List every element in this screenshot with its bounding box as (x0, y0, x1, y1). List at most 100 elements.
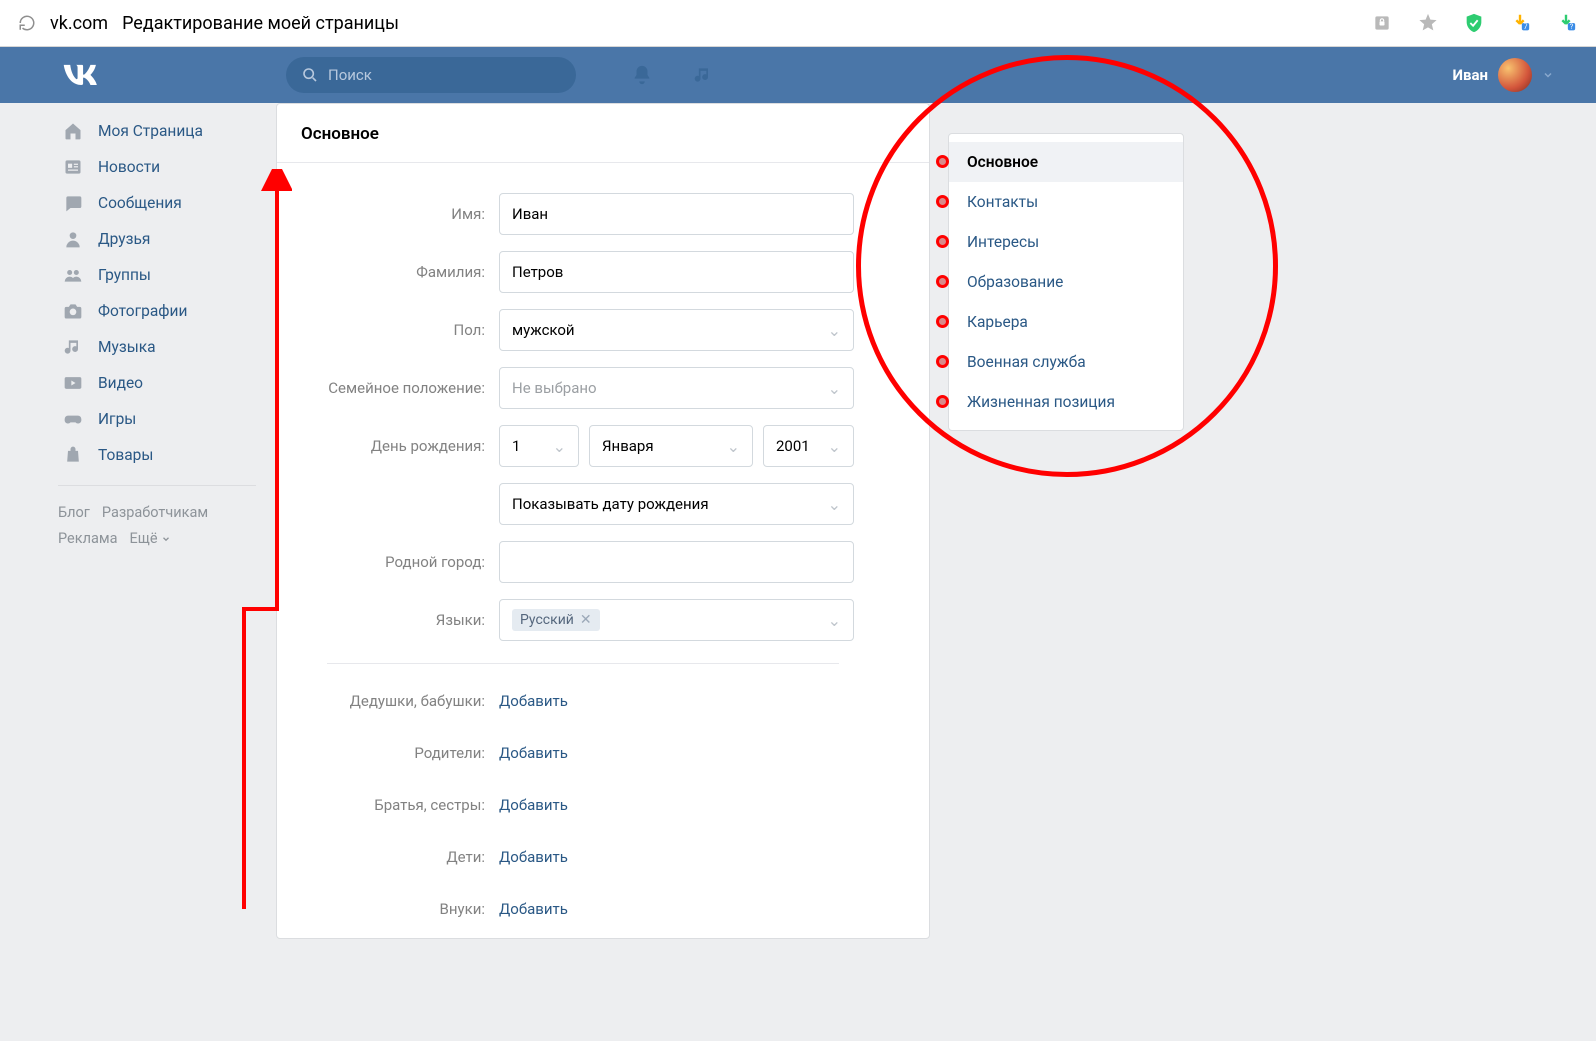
remove-tag-icon[interactable]: ✕ (580, 612, 592, 628)
dob-year-select[interactable]: 2001⌄ (763, 425, 854, 467)
bag-icon (62, 444, 84, 466)
avatar (1498, 58, 1532, 92)
tab-education[interactable]: Образование (949, 262, 1183, 302)
nav-label: Друзья (98, 230, 150, 248)
bookmark-star-icon[interactable] (1416, 11, 1440, 35)
friends-icon (62, 228, 84, 250)
nav-friends[interactable]: Друзья (58, 221, 256, 257)
add-parents-link[interactable]: Добавить (499, 744, 568, 762)
nav-groups[interactable]: Группы (58, 257, 256, 293)
reload-icon[interactable] (18, 14, 36, 32)
vk-logo-icon[interactable] (62, 60, 106, 90)
search-box[interactable] (286, 57, 576, 93)
user-menu[interactable]: Иван (1453, 58, 1555, 92)
nav-label: Фотографии (98, 302, 187, 320)
chevron-down-icon (1542, 69, 1554, 81)
language-tag[interactable]: Русский✕ (512, 609, 600, 631)
user-name: Иван (1453, 66, 1489, 84)
form-divider (327, 663, 839, 664)
chevron-down-icon: ⌄ (828, 437, 841, 456)
card-title: Основное (277, 104, 929, 163)
extension-shield-icon[interactable] (1462, 11, 1486, 35)
label-grandparents: Дедушки, бабушки: (297, 692, 499, 710)
svg-text:7: 7 (1523, 22, 1527, 31)
nav-games[interactable]: Игры (58, 401, 256, 437)
nav-my-page[interactable]: Моя Страница (58, 113, 256, 149)
tab-life-position[interactable]: Жизненная позиция (949, 382, 1183, 422)
dob-visibility-select[interactable]: Показывать дату рождения⌄ (499, 483, 854, 525)
add-siblings-link[interactable]: Добавить (499, 796, 568, 814)
label-languages: Языки: (297, 611, 499, 629)
footer-dev[interactable]: Разработчикам (102, 504, 208, 521)
label-parents: Родители: (297, 744, 499, 762)
nav-video[interactable]: Видео (58, 365, 256, 401)
groups-icon (62, 264, 84, 286)
extension-help-download-icon[interactable]: ? (1554, 11, 1578, 35)
notifications-icon[interactable] (631, 64, 653, 86)
nav-label: Новости (98, 158, 160, 176)
profile-sections-tabs: Основное Контакты Интересы Образование К… (948, 133, 1184, 431)
tab-contacts[interactable]: Контакты (949, 182, 1183, 222)
messages-icon (62, 192, 84, 214)
home-icon (62, 120, 84, 142)
chevron-down-icon: ⌄ (828, 379, 841, 398)
svg-text:?: ? (1570, 22, 1574, 31)
languages-select[interactable]: Русский✕ ⌄ (499, 599, 854, 641)
label-siblings: Братья, сестры: (297, 796, 499, 814)
nav-music[interactable]: Музыка (58, 329, 256, 365)
url-host[interactable]: vk.com (50, 13, 108, 34)
footer-more[interactable]: Ещё (130, 530, 172, 547)
nav-label: Группы (98, 266, 151, 284)
tab-main[interactable]: Основное (949, 142, 1183, 182)
label-grandchildren: Внуки: (297, 900, 499, 918)
music-note-icon[interactable] (693, 65, 713, 85)
nav-footer: Блог Разработчикам Реклама Ещё (58, 500, 256, 552)
chevron-down-icon: ⌄ (727, 437, 740, 456)
nav-market[interactable]: Товары (58, 437, 256, 473)
edit-profile-card: Основное Имя: Фамилия: Пол: мужской⌄ Сем… (276, 103, 930, 939)
label-dob: День рождения: (297, 437, 499, 455)
tab-military[interactable]: Военная служба (949, 342, 1183, 382)
nav-news[interactable]: Новости (58, 149, 256, 185)
chevron-down-icon: ⌄ (553, 437, 566, 456)
vk-top-header: Иван (0, 47, 1596, 103)
extension-download-icon[interactable]: 7 (1508, 11, 1532, 35)
chevron-down-icon: ⌄ (828, 611, 841, 630)
nav-label: Музыка (98, 338, 156, 356)
label-children: Дети: (297, 848, 499, 866)
browser-address-bar: vk.com Редактирование моей страницы 7 ? (0, 0, 1596, 47)
tab-interests[interactable]: Интересы (949, 222, 1183, 262)
label-last-name: Фамилия: (297, 263, 499, 281)
news-icon (62, 156, 84, 178)
footer-blog[interactable]: Блог (58, 504, 90, 521)
tab-career[interactable]: Карьера (949, 302, 1183, 342)
site-lock-icon[interactable] (1370, 11, 1394, 35)
label-hometown: Родной город: (297, 553, 499, 571)
nav-divider (58, 485, 256, 486)
search-input[interactable] (328, 66, 560, 84)
add-grandchildren-link[interactable]: Добавить (499, 900, 568, 918)
hometown-input[interactable] (499, 541, 854, 583)
dob-day-select[interactable]: 1⌄ (499, 425, 579, 467)
nav-photos[interactable]: Фотографии (58, 293, 256, 329)
first-name-input[interactable] (499, 193, 854, 235)
last-name-input[interactable] (499, 251, 854, 293)
gamepad-icon (62, 408, 84, 430)
nav-label: Игры (98, 410, 136, 428)
nav-label: Видео (98, 374, 143, 392)
music-icon (62, 336, 84, 358)
page-title-in-bar: Редактирование моей страницы (122, 13, 399, 34)
add-grandparents-link[interactable]: Добавить (499, 692, 568, 710)
footer-ads[interactable]: Реклама (58, 530, 118, 547)
camera-icon (62, 300, 84, 322)
nav-messages[interactable]: Сообщения (58, 185, 256, 221)
video-icon (62, 372, 84, 394)
gender-select[interactable]: мужской⌄ (499, 309, 854, 351)
chevron-down-icon: ⌄ (828, 495, 841, 514)
marital-select[interactable]: Не выбрано⌄ (499, 367, 854, 409)
label-gender: Пол: (297, 321, 499, 339)
add-children-link[interactable]: Добавить (499, 848, 568, 866)
nav-label: Товары (98, 446, 153, 464)
dob-month-select[interactable]: Января⌄ (589, 425, 753, 467)
nav-label: Моя Страница (98, 122, 203, 140)
